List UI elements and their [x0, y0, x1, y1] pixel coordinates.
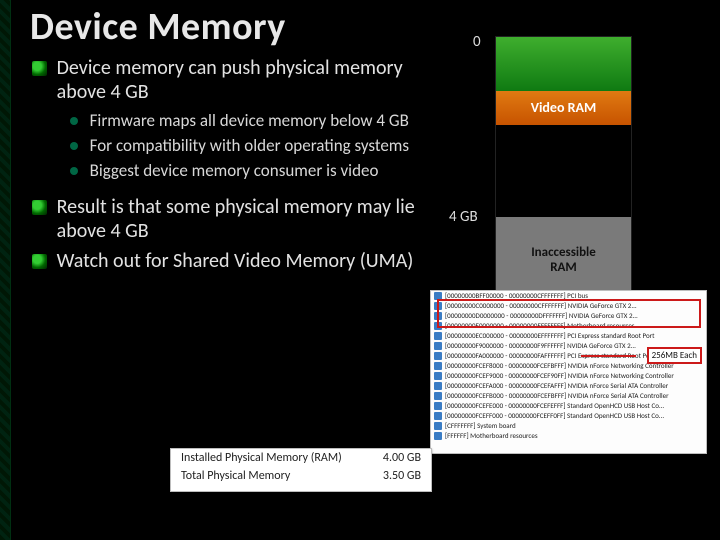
bullet-level1: Result is that some physical memory may …: [32, 195, 432, 243]
pm-label: Total Physical Memory: [181, 469, 290, 483]
axis-tick-0: 0: [473, 33, 481, 51]
bullet-text: Device memory can push physical memory a…: [57, 56, 417, 104]
dm-row: [CFFFFFFF] System board: [445, 421, 516, 430]
bullet-level2: Firmware maps all device memory below 4 …: [70, 110, 432, 131]
dm-row: [00000000F9000000 - 00000000F9FFFFFF] NV…: [445, 341, 636, 350]
dm-row: [FFFFFF] Motherboard resources: [445, 431, 538, 440]
sub-bullet-text: Biggest device memory consumer is video: [90, 160, 420, 181]
bullet-icon: [32, 200, 47, 215]
dm-row: [00000000EC000000 - 00000000EFFFFFFF] PC…: [445, 331, 654, 340]
slide-accent-bar: [0, 0, 11, 540]
callout-label: 256MB Each: [647, 347, 702, 364]
dm-row: [00000000FCEF8000 - 00000000FCEFBFFF] NV…: [445, 361, 674, 370]
memory-segment-video-ram: Video RAM: [496, 91, 631, 125]
dm-row: [00000000FCEF9000 - 00000000FCEF90FF] NV…: [445, 371, 674, 380]
sub-bullet-text: Firmware maps all device memory below 4 …: [90, 110, 420, 131]
dm-row: [00000000D0000000 - 00000000DFFFFFFF] NV…: [445, 311, 638, 320]
callout-leader-line: [581, 355, 636, 357]
bullet-level1: Device memory can push physical memory a…: [32, 56, 432, 104]
sub-bullet-icon: [70, 167, 78, 175]
memory-segment-gap: [496, 125, 631, 217]
sub-bullet-text: For compatibility with older operating s…: [90, 135, 420, 156]
dm-row: [00000000FCEFF000 - 00000000FCEFF0FF] St…: [445, 411, 664, 420]
sub-bullet-icon: [70, 117, 78, 125]
bullet-level2: For compatibility with older operating s…: [70, 135, 432, 156]
physical-memory-panel: Installed Physical Memory (RAM) 4.00 GB …: [170, 448, 432, 492]
slide-title: Device Memory: [30, 4, 286, 50]
memory-segment-accessible: [496, 37, 631, 91]
bullet-icon: [32, 61, 47, 76]
bullet-level1: Watch out for Shared Video Memory (UMA): [32, 249, 432, 273]
bullet-text: Watch out for Shared Video Memory (UMA): [57, 249, 417, 273]
dm-row: [00000000BFF00000 - 00000000CFFFFFFF] PC…: [445, 291, 588, 300]
dm-row: [00000000E0000000 - 00000000EFFFFFFF] Mo…: [445, 321, 635, 330]
dm-row: [00000000C0000000 - 00000000CFFFFFFF] NV…: [445, 301, 637, 310]
sub-bullet-icon: [70, 142, 78, 150]
bullet-text: Result is that some physical memory may …: [57, 195, 417, 243]
body-text-column: Device memory can push physical memory a…: [32, 56, 432, 279]
pm-label: Installed Physical Memory (RAM): [181, 451, 342, 465]
device-manager-screenshot: [00000000BFF00000 - 00000000CFFFFFFF] PC…: [430, 290, 707, 454]
dm-row: [00000000FCEFE000 - 00000000FCEFEFFF] St…: [445, 401, 664, 410]
axis-tick-4gb: 4 GB: [449, 208, 478, 226]
memory-map-diagram: 0 4 GB Video RAM Inaccessible RAM: [495, 36, 655, 303]
pm-value: 3.50 GB: [383, 469, 421, 483]
dm-row: [00000000FCEFA000 - 00000000FCEFAFFF] NV…: [445, 381, 668, 390]
dm-row: [00000000FCEFB000 - 00000000FCEFBFFF] NV…: [445, 391, 669, 400]
bullet-icon: [32, 254, 47, 269]
memory-bar: Video RAM Inaccessible RAM: [495, 36, 632, 303]
bullet-level2: Biggest device memory consumer is video: [70, 160, 432, 181]
pm-value: 4.00 GB: [383, 451, 421, 465]
